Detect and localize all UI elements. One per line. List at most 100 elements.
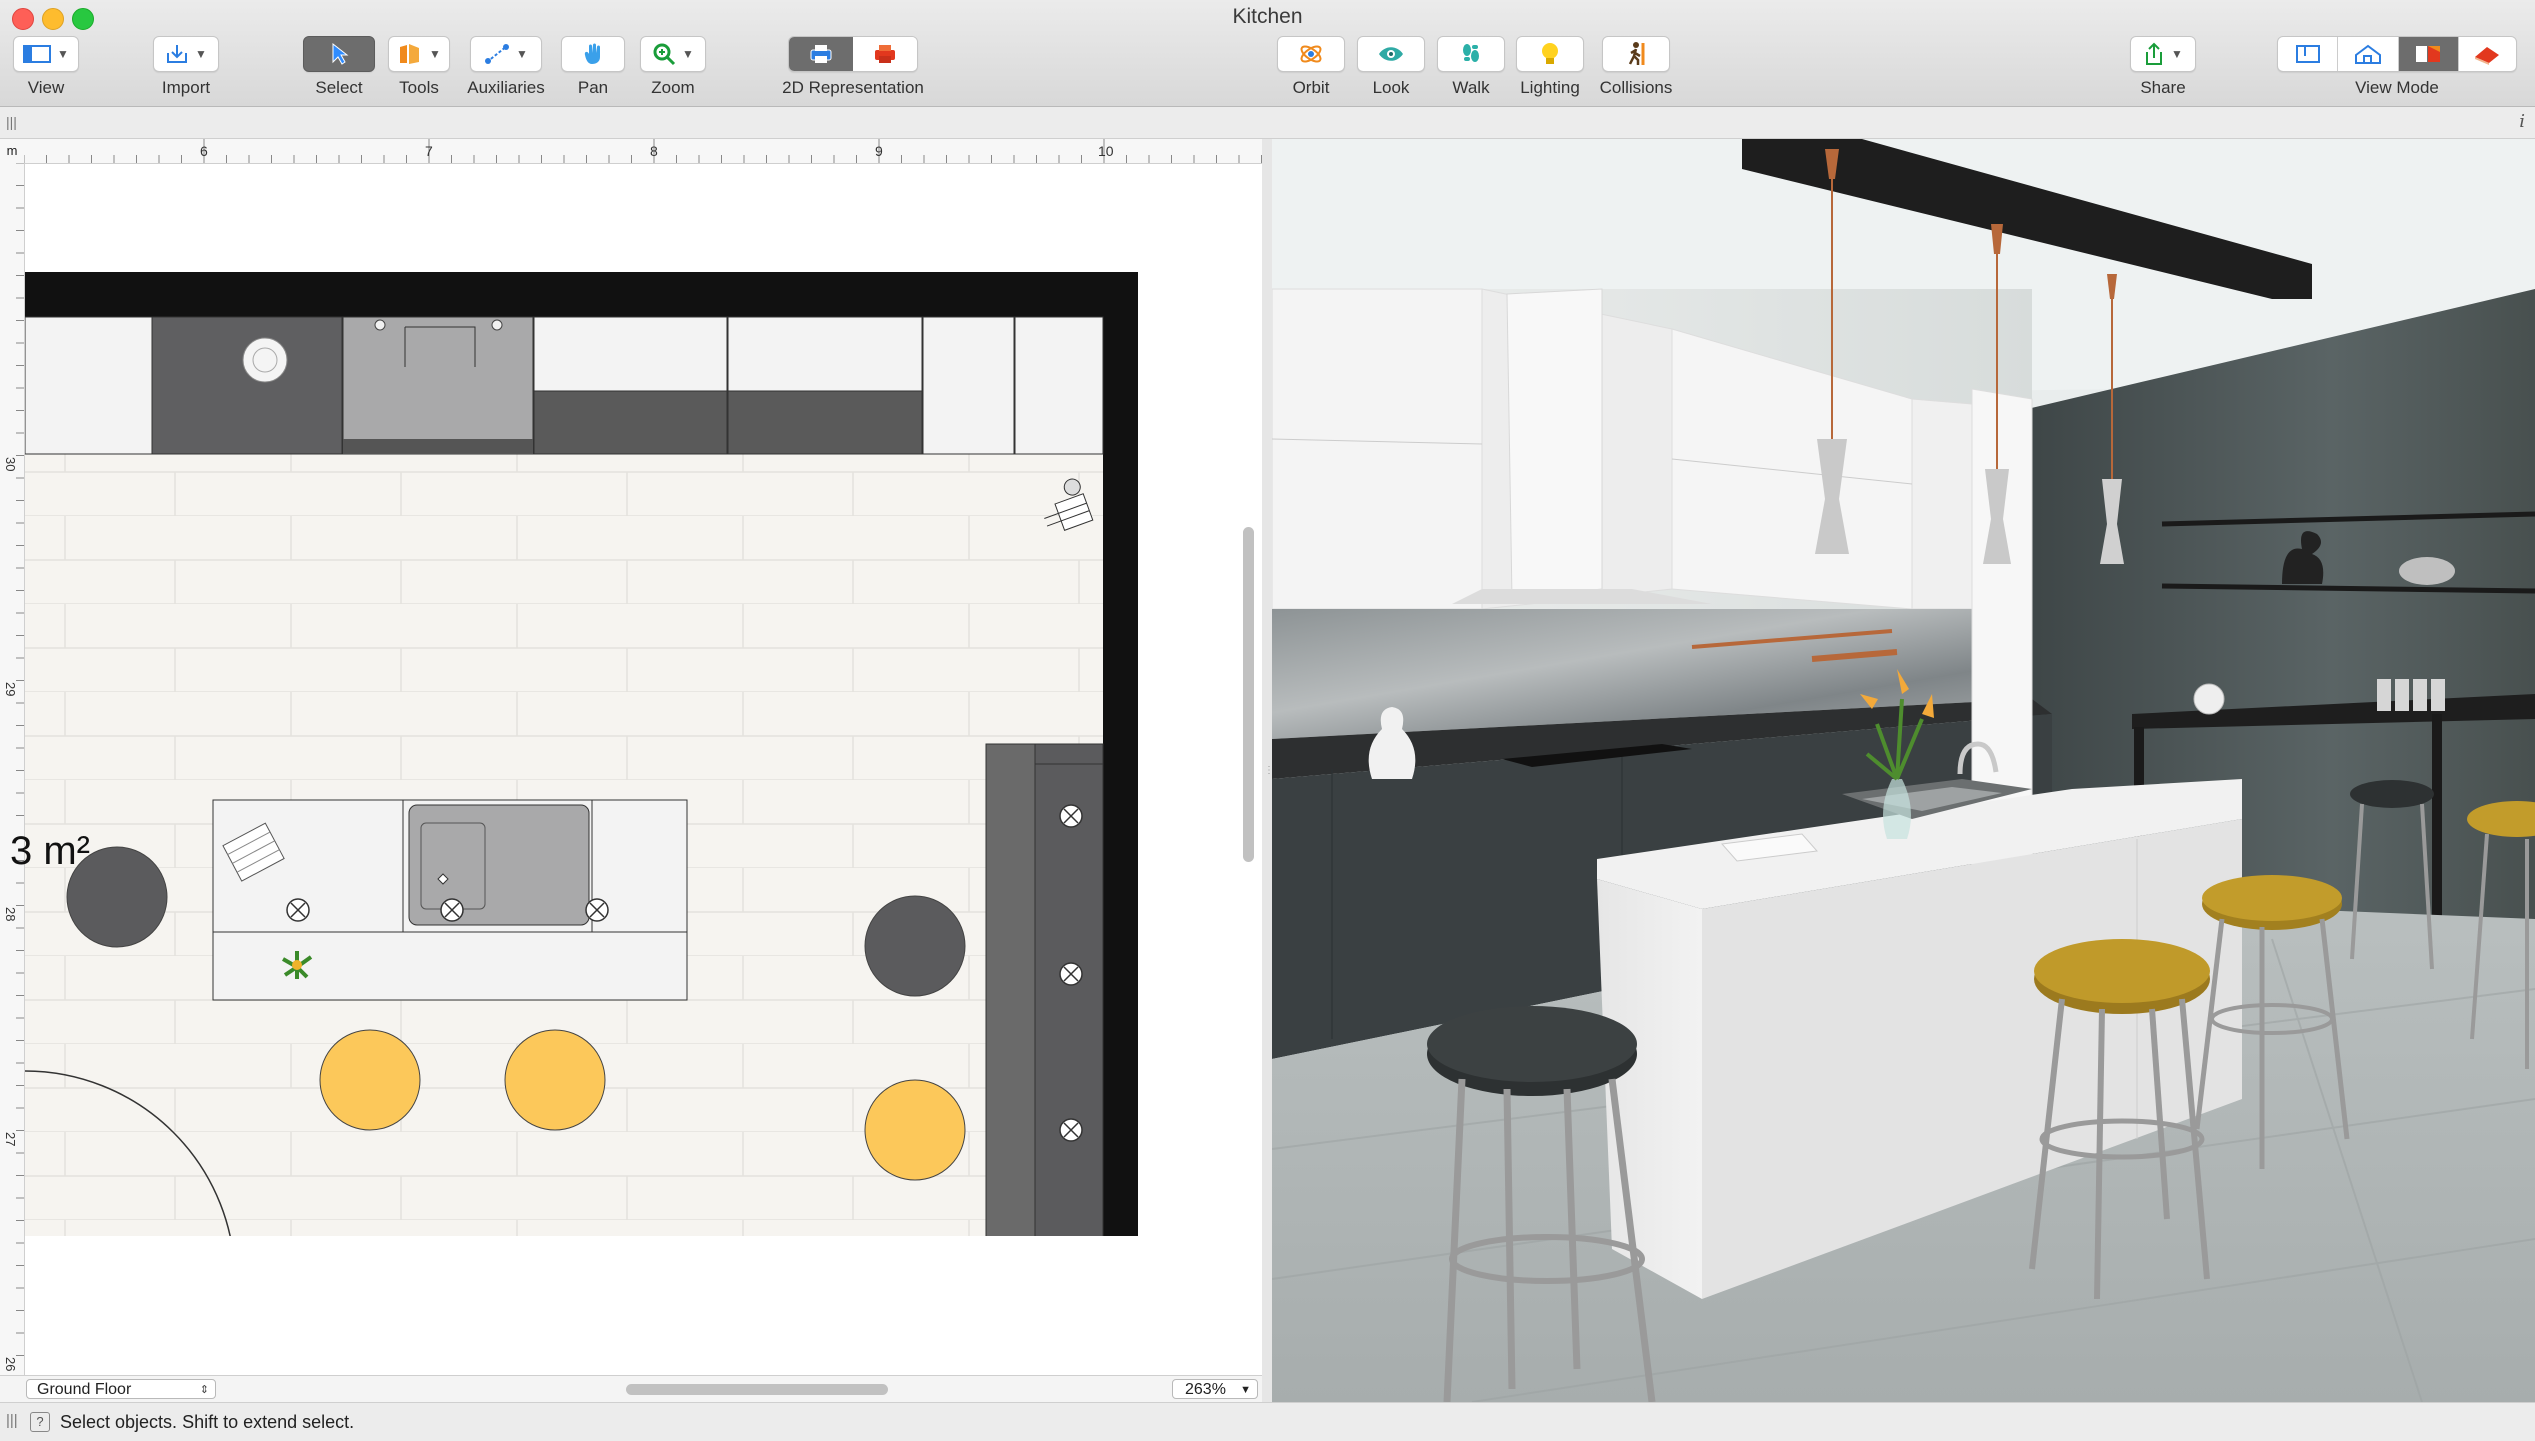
sidebar-toggle-icon[interactable]: |||	[6, 1412, 18, 1429]
tools-icon	[400, 44, 420, 64]
plan-view-2d[interactable]: m 6 7 8 9 10 30 29 28 27 26 3 m² Ground …	[0, 139, 1263, 1402]
chevron-down-icon: ▼	[1240, 1384, 1251, 1396]
help-icon[interactable]: ?	[30, 1412, 50, 1432]
sidebar-toggle-icon[interactable]: |||	[6, 114, 17, 130]
chevron-down-icon: ▼	[429, 47, 441, 61]
import-icon	[167, 45, 188, 63]
ruler-tick-label: 8	[650, 143, 658, 159]
chevron-down-icon: ▼	[195, 47, 207, 61]
chevron-down-icon: ▼	[2171, 47, 2183, 61]
top-cabinet-run[interactable]	[25, 316, 1104, 455]
auxiliaries-icon	[485, 44, 510, 64]
updown-chevron-icon: ⇕	[199, 1384, 209, 1396]
collisions-label: Collisions	[1599, 78, 1673, 97]
ruler-tick-label: 29	[3, 682, 18, 697]
floor-select[interactable]: Ground Floor ⇕	[26, 1379, 216, 1399]
ruler-tick-label: 10	[1098, 143, 1114, 159]
hand-icon	[584, 43, 600, 64]
view-mode-2d-toggle[interactable]	[2278, 37, 2339, 71]
chevron-down-icon: ▼	[516, 47, 528, 61]
select-label: Select	[315, 78, 363, 97]
cooktop-burner	[242, 337, 288, 383]
2d-plan-color-toggle[interactable]	[853, 37, 917, 71]
auxiliaries-button[interactable]: ▼ Auxiliaries	[466, 36, 546, 98]
ruler-tick-label: 27	[3, 1132, 18, 1147]
orbit-button[interactable]: Orbit	[1276, 36, 1346, 98]
share-icon	[2146, 42, 2163, 65]
tools-button[interactable]: ▼ Tools	[386, 36, 452, 98]
ruler-tick-label: 6	[200, 143, 208, 159]
ruler-horizontal-ticks	[24, 139, 1262, 163]
zoom-level-select[interactable]: 263% ▼	[1172, 1379, 1258, 1399]
zoom-level-value: 263%	[1185, 1381, 1226, 1398]
range-hood-cabinet	[342, 316, 534, 455]
ruler-tick-label: 28	[3, 907, 18, 922]
view-button[interactable]: ▼ View	[10, 36, 82, 98]
zoom-button[interactable]: ▼ Zoom	[638, 36, 708, 98]
plan-vertical-scrollbar[interactable]	[1243, 527, 1254, 862]
view-mode-render-toggle[interactable]	[2459, 37, 2516, 71]
lighting-button[interactable]: Lighting	[1514, 36, 1586, 98]
orbit-icon	[1300, 45, 1322, 63]
view-label: View	[27, 78, 65, 97]
chevron-down-icon: ▼	[57, 47, 69, 61]
3d-view[interactable]	[1272, 139, 2535, 1402]
house-3d-icon	[2354, 44, 2381, 64]
orbit-label: Orbit	[1292, 78, 1330, 97]
stool-dark[interactable]	[864, 895, 966, 997]
ruler-unit: m	[0, 139, 25, 164]
ruler-horizontal: 6 7 8 9 10	[24, 139, 1262, 164]
plan-footer: Ground Floor ⇕ 263% ▼	[0, 1375, 1262, 1402]
splitter-handle[interactable]: ⋮	[1264, 765, 1274, 776]
status-bar: ||| ? Select objects. Shift to extend se…	[0, 1402, 2535, 1441]
plan-horizontal-scrollbar[interactable]	[626, 1384, 888, 1395]
zoom-in-icon	[653, 43, 676, 66]
floor-select-value: Ground Floor	[37, 1381, 132, 1398]
select-button[interactable]: Select	[302, 36, 376, 98]
upper-cabinets[interactable]	[1272, 288, 1483, 610]
stool-yellow[interactable]	[864, 1079, 966, 1181]
split-view-icon	[2416, 46, 2441, 62]
ruler-vertical-ticks	[16, 163, 24, 1356]
status-text: Select objects. Shift to extend select.	[60, 1412, 355, 1432]
ceiling-light-marker[interactable]	[1059, 962, 1083, 986]
zoom-label: Zoom	[651, 78, 695, 97]
import-button[interactable]: ▼ Import	[150, 36, 222, 98]
tools-label: Tools	[399, 78, 439, 97]
view-mode-3d-toggle[interactable]	[2338, 37, 2399, 71]
walk-button[interactable]: Walk	[1436, 36, 1506, 98]
share-button[interactable]: ▼ Share	[2128, 36, 2198, 98]
share-label: Share	[2140, 78, 2186, 97]
ceiling-light-marker[interactable]	[1059, 804, 1083, 828]
import-label: Import	[161, 78, 211, 97]
ceiling-light-marker[interactable]	[585, 898, 609, 922]
stool-yellow[interactable]	[319, 1029, 421, 1131]
panel-splitter[interactable]: ⋮	[1262, 139, 1274, 1402]
bowl	[2399, 557, 2455, 585]
range-hood[interactable]	[1506, 288, 1603, 600]
2d-representation-control[interactable]: 2D Representation	[770, 36, 936, 98]
ceiling-light-marker[interactable]	[1059, 1118, 1083, 1142]
right-cabinet-run[interactable]	[985, 743, 1104, 1236]
ruler-vertical: 30 29 28 27 26	[0, 163, 25, 1402]
render-house-icon	[2475, 47, 2500, 65]
look-button[interactable]: Look	[1356, 36, 1426, 98]
collisions-button[interactable]: Collisions	[1596, 36, 1676, 98]
window-titlebar: Kitchen ▼ View ▼ Import Select ▼ Tools ▼…	[0, 0, 2535, 107]
room-area-label[interactable]: 3 m²	[10, 829, 90, 874]
ceiling-light-marker[interactable]	[440, 898, 464, 922]
2d-plan-print-toggle[interactable]	[789, 37, 853, 71]
view-mode-split-toggle[interactable]	[2398, 37, 2459, 71]
chevron-down-icon: ▼	[682, 47, 694, 61]
ruler-tick-label: 30	[3, 457, 18, 472]
pan-button[interactable]: Pan	[560, 36, 626, 98]
stool-yellow[interactable]	[504, 1029, 606, 1131]
lighting-label: Lighting	[1520, 78, 1580, 97]
view-layout-icon	[23, 45, 52, 63]
floor-plan-canvas[interactable]	[25, 164, 1240, 1236]
info-icon[interactable]: i	[2519, 111, 2525, 132]
3d-scene[interactable]	[1272, 139, 2535, 1402]
ceiling-light-marker[interactable]	[286, 898, 310, 922]
view-mode-control[interactable]: View Mode	[2270, 36, 2524, 98]
secondary-toolbar: ||| i	[0, 107, 2535, 139]
